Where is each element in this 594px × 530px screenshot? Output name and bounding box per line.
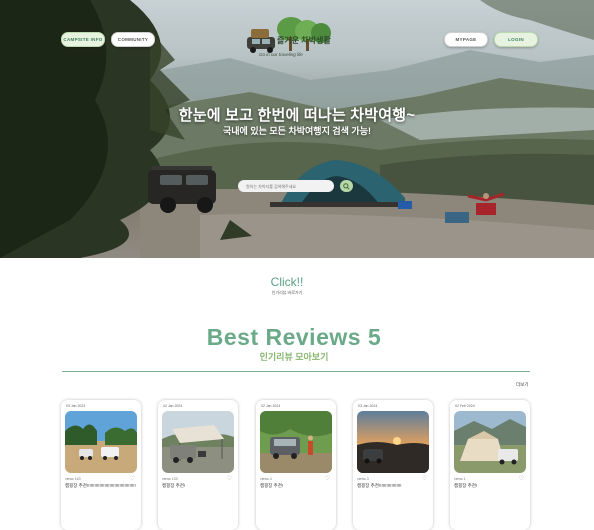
click-link[interactable]: Click!!	[0, 275, 574, 289]
logo-text: 즐거운 차박생활	[277, 36, 331, 45]
review-title: 캠핑장 추천!!!!!!!!!!!!!!!!!!	[357, 483, 402, 488]
review-card[interactable]: 02 Jan 2024 views 133 ♡ 캠핑장 추천!	[158, 400, 238, 530]
search-icon	[343, 182, 350, 190]
hero-banner: CAMPSITE INFO COMMUNITY 즐거운 차박생활 Go in o…	[0, 0, 594, 258]
heart-icon[interactable]: ♡	[325, 475, 330, 482]
review-date: 02 Feb 2024	[455, 404, 475, 408]
nav-login-label: LOGIN	[508, 37, 524, 42]
nav-login[interactable]: LOGIN	[494, 32, 538, 47]
heart-icon[interactable]: ♡	[227, 475, 232, 482]
site-logo[interactable]: 즐거운 차박생활 Go in our traveling life	[241, 15, 337, 61]
hero-subheadline: 국내에 있는 모든 차박여행지 검색 가능!	[223, 126, 371, 136]
best-reviews-subtitle: 인기리뷰 모아보기	[259, 352, 329, 362]
nav-campsite-info[interactable]: CAMPSITE INFO	[61, 32, 105, 47]
review-views: views 3	[357, 477, 369, 481]
search-button[interactable]	[340, 180, 353, 192]
section-divider	[62, 371, 530, 372]
review-card[interactable]: 03 Jan 2024 views 3 ♡ 캠핑장 추천!!!!!!!!!!!!…	[353, 400, 433, 530]
review-card[interactable]: 03 Jan 2024 views 163 ♡ 캠핑장 추천!!!!!!!!!!…	[61, 400, 141, 530]
review-thumbnail	[65, 411, 137, 473]
review-date: 03 Jan 2024	[66, 404, 86, 408]
review-thumbnail	[454, 411, 526, 473]
nav-community-label: COMMUNITY	[117, 37, 149, 42]
heart-icon[interactable]: ♡	[519, 475, 524, 482]
heart-icon[interactable]: ♡	[130, 475, 135, 482]
review-views: views 163	[65, 477, 81, 481]
review-thumbnail	[162, 411, 234, 473]
best-reviews-title: Best Reviews 5	[206, 324, 382, 350]
nav-community[interactable]: COMMUNITY	[111, 32, 155, 47]
review-card[interactable]: 02 Jan 2024 views 4 ♡ 캠핑장 추천!	[256, 400, 336, 530]
heart-icon[interactable]: ♡	[422, 475, 427, 482]
logo-tagline: Go in our traveling life	[259, 52, 303, 57]
review-title: 캠핑장 추천!	[260, 483, 284, 488]
more-link[interactable]: 더보기	[516, 382, 528, 388]
click-subtitle: 인기리뷰 바로가기	[271, 290, 303, 295]
nav-campsite-info-label: CAMPSITE INFO	[63, 37, 103, 42]
review-views: views 4	[260, 477, 272, 481]
review-views: views 133	[162, 477, 178, 481]
nav-mypage[interactable]: MYPAGE	[444, 32, 488, 47]
nav-mypage-label: MYPAGE	[455, 37, 477, 42]
review-title: 캠핑장 추천!!!!!!!!!!!!!!!!!!!!!!!!!!!!!!!!!!…	[65, 483, 136, 488]
review-thumbnail	[357, 411, 429, 473]
review-title: 캠핑장 추천!	[162, 483, 186, 488]
search-input[interactable]	[238, 180, 334, 192]
review-views: views 1	[454, 477, 466, 481]
review-date: 02 Jan 2024	[261, 404, 281, 408]
review-thumbnail	[260, 411, 332, 473]
hero-headline: 한눈에 보고 한번에 떠나는 차박여행~	[178, 107, 416, 124]
review-card[interactable]: 02 Feb 2024 views 1 ♡ 캠핑장 추천!	[450, 400, 530, 530]
review-title: 캠핑장 추천!	[454, 483, 478, 488]
review-date: 03 Jan 2024	[358, 404, 378, 408]
review-date: 02 Jan 2024	[163, 404, 183, 408]
